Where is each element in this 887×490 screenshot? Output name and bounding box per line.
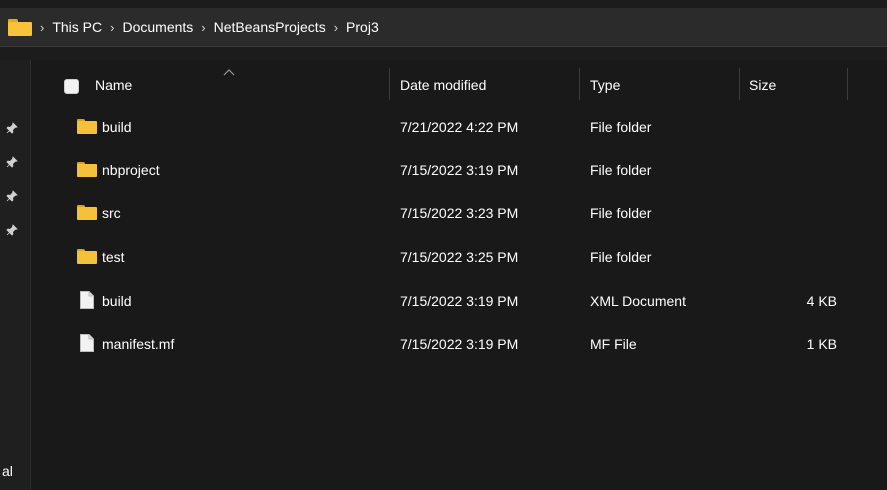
chevron-right-icon[interactable]: ›	[334, 20, 338, 35]
file-name: build	[102, 293, 132, 309]
file-name: nbproject	[102, 162, 160, 178]
file-name: src	[102, 205, 121, 221]
address-bar: › This PC › Documents › NetBeansProjects…	[0, 0, 887, 60]
file-size: 4 KB	[806, 293, 837, 309]
column-header-date-modified[interactable]: Date modified	[400, 77, 486, 93]
folder-icon	[77, 205, 97, 221]
navigation-pane: al	[0, 60, 31, 490]
column-header-row: Name Date modified Type Size	[30, 60, 887, 110]
column-divider[interactable]	[739, 68, 740, 100]
select-all-checkbox[interactable]	[64, 79, 79, 94]
column-divider[interactable]	[579, 68, 580, 100]
file-date: 7/15/2022 3:19 PM	[400, 162, 519, 178]
file-icon	[80, 334, 94, 352]
file-row-src[interactable]: src 7/15/2022 3:23 PM File folder	[30, 193, 887, 236]
file-icon	[80, 291, 94, 309]
file-name: manifest.mf	[102, 336, 175, 352]
breadcrumb-netbeansprojects[interactable]: NetBeansProjects	[214, 19, 326, 35]
file-type: XML Document	[590, 293, 686, 309]
file-row-manifest[interactable]: manifest.mf 7/15/2022 3:19 PM MF File 1 …	[30, 324, 887, 367]
file-date: 7/21/2022 4:22 PM	[400, 119, 519, 135]
file-type: File folder	[590, 119, 652, 135]
file-size: 1 KB	[806, 336, 837, 352]
file-name: test	[102, 249, 125, 265]
breadcrumb-proj3[interactable]: Proj3	[346, 19, 379, 35]
breadcrumb[interactable]: › This PC › Documents › NetBeansProjects…	[0, 8, 887, 47]
column-header-name[interactable]: Name	[95, 77, 132, 93]
file-row-test[interactable]: test 7/15/2022 3:25 PM File folder	[30, 237, 887, 280]
folder-icon	[77, 249, 97, 265]
folder-icon	[77, 119, 97, 135]
column-header-size[interactable]: Size	[749, 77, 776, 93]
pin-icon[interactable]	[6, 122, 18, 134]
breadcrumb-documents[interactable]: Documents	[122, 19, 193, 35]
column-divider[interactable]	[389, 68, 390, 100]
file-row-build-xml[interactable]: build 7/15/2022 3:19 PM XML Document 4 K…	[30, 281, 887, 324]
pin-icon[interactable]	[6, 224, 18, 236]
file-date: 7/15/2022 3:23 PM	[400, 205, 519, 221]
pin-icon[interactable]	[6, 190, 18, 202]
folder-icon	[8, 18, 32, 36]
file-type: File folder	[590, 205, 652, 221]
file-date: 7/15/2022 3:19 PM	[400, 293, 519, 309]
file-type: File folder	[590, 162, 652, 178]
file-date: 7/15/2022 3:19 PM	[400, 336, 519, 352]
file-row-nbproject[interactable]: nbproject 7/15/2022 3:19 PM File folder	[30, 150, 887, 193]
sort-ascending-icon	[223, 63, 235, 76]
chevron-right-icon[interactable]: ›	[201, 20, 205, 35]
pin-icon[interactable]	[6, 156, 18, 168]
folder-icon	[77, 162, 97, 178]
file-type: MF File	[590, 336, 637, 352]
column-divider[interactable]	[847, 68, 848, 100]
file-row-build-folder[interactable]: build 7/21/2022 4:22 PM File folder	[30, 107, 887, 150]
chevron-right-icon[interactable]: ›	[110, 20, 114, 35]
nav-item-label[interactable]: al	[2, 463, 13, 479]
file-name: build	[102, 119, 132, 135]
file-type: File folder	[590, 249, 652, 265]
file-date: 7/15/2022 3:25 PM	[400, 249, 519, 265]
column-header-type[interactable]: Type	[590, 77, 620, 93]
breadcrumb-this-pc[interactable]: This PC	[52, 19, 102, 35]
chevron-right-icon[interactable]: ›	[40, 20, 44, 35]
